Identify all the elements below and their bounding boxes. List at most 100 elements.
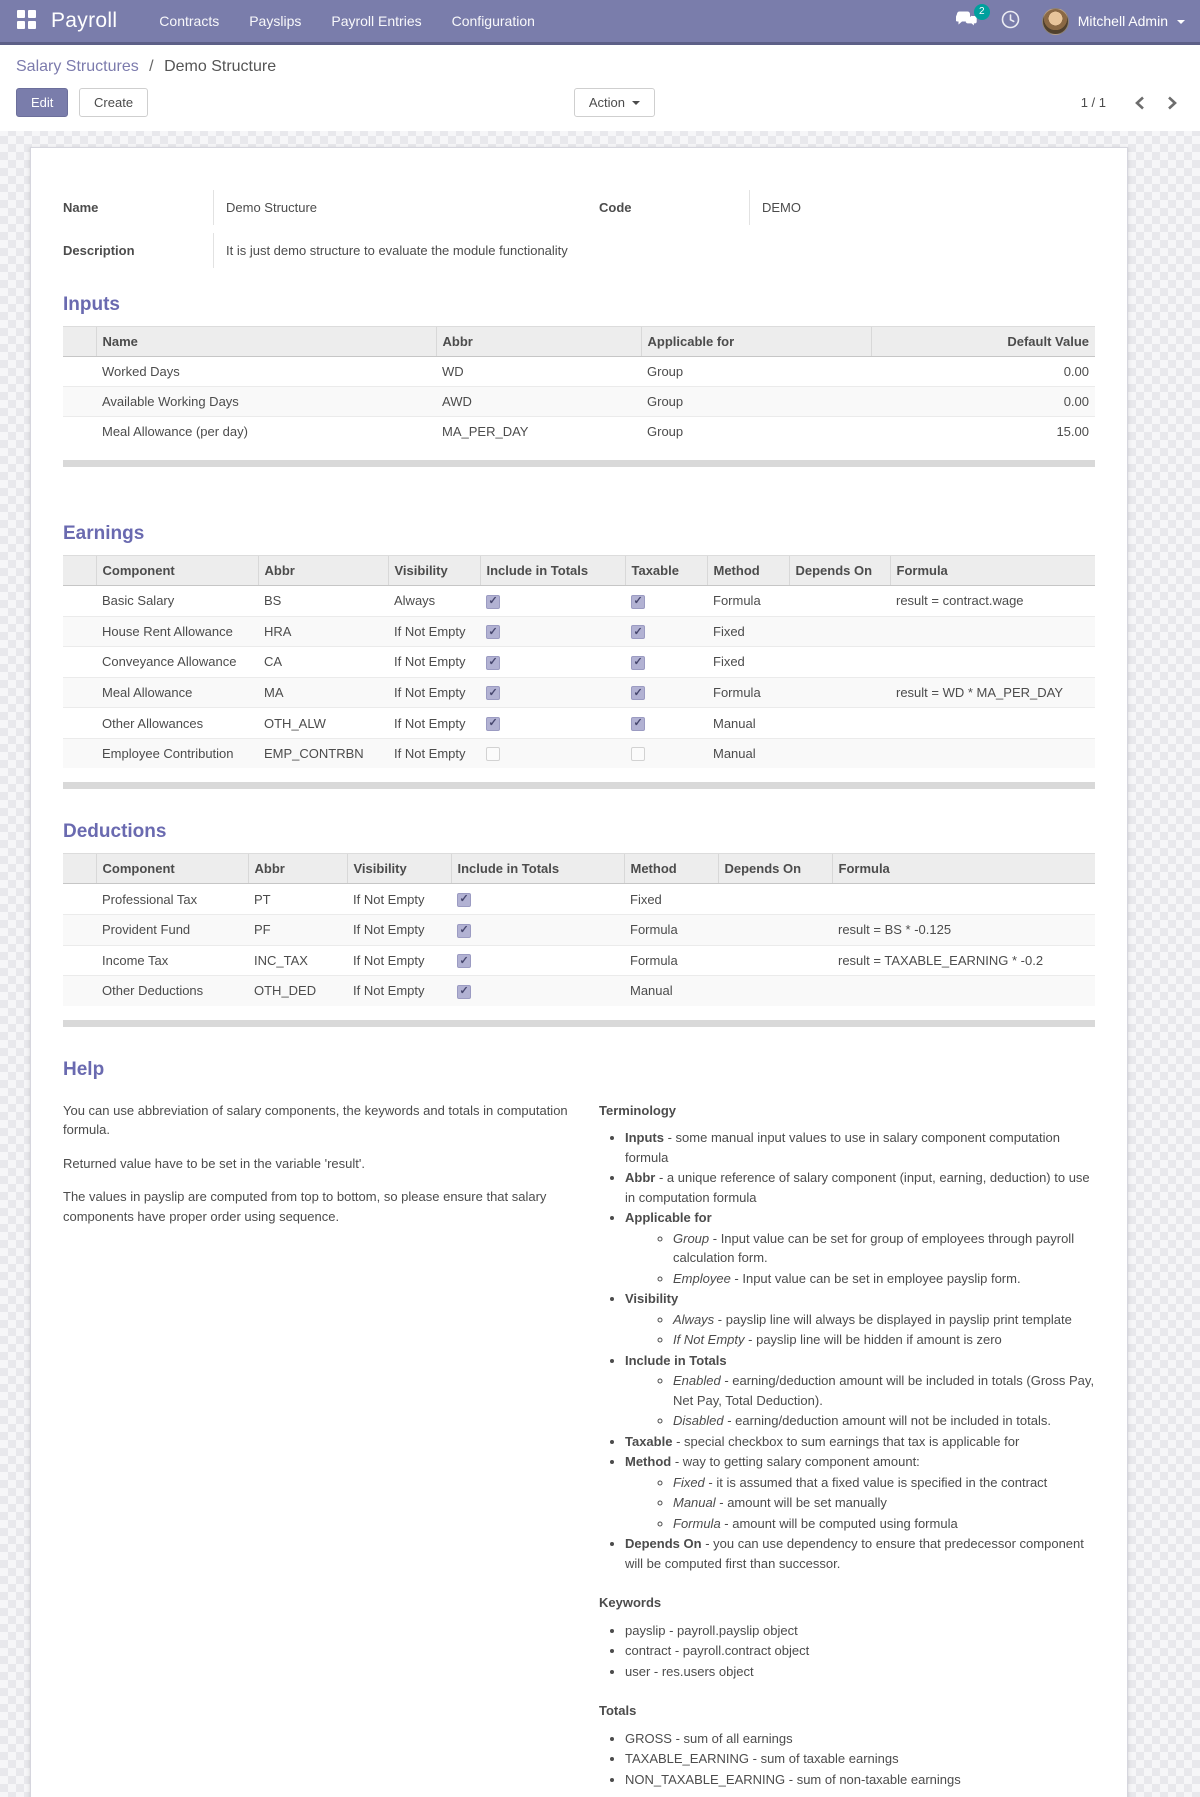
earnings-header-component[interactable]: Component xyxy=(95,555,258,586)
earnings-row[interactable]: House Rent Allowance HRA If Not Empty Fi… xyxy=(63,615,1095,647)
cell-method: Formula xyxy=(624,913,718,945)
cell-include xyxy=(480,737,625,769)
keywords-title: Keywords xyxy=(599,1595,662,1611)
inputs-row[interactable]: Meal Allowance (per day) MA_PER_DAY Grou… xyxy=(63,416,1095,446)
earnings-row[interactable]: Meal Allowance MA If Not Empty Formula r… xyxy=(63,676,1095,708)
cell-depends xyxy=(789,707,890,739)
description-field-value: It is just demo structure to evaluate th… xyxy=(213,233,1095,268)
pager-previous-button[interactable] xyxy=(1128,94,1151,112)
inputs-row[interactable]: Worked Days WD Group 0.00 xyxy=(63,357,1095,387)
app-brand[interactable]: Payroll xyxy=(51,9,117,33)
cell-formula: result = BS * -0.125 xyxy=(832,913,1095,945)
row-handle-cell xyxy=(63,737,96,769)
deductions-header-visibility[interactable]: Visibility xyxy=(346,853,451,885)
cell-method: Fixed xyxy=(707,646,789,678)
cell-depends xyxy=(789,676,890,708)
cell-visibility: If Not Empty xyxy=(388,707,480,739)
earnings-row[interactable]: Employee Contribution EMP_CONTRBN If Not… xyxy=(63,737,1095,769)
cell-method: Manual xyxy=(707,707,789,739)
inputs-header-default[interactable]: Default Value xyxy=(870,326,1095,357)
cell-include xyxy=(480,707,625,739)
inputs-header-abbr[interactable]: Abbr xyxy=(435,326,641,357)
deductions-row[interactable]: Professional Tax PT If Not Empty Fixed xyxy=(63,884,1095,915)
cell-method: Formula xyxy=(624,944,718,976)
earnings-header-method[interactable]: Method xyxy=(706,555,789,586)
cell-visibility: If Not Empty xyxy=(388,737,480,769)
cell-abbr: PT xyxy=(254,891,271,907)
cell-formula xyxy=(832,884,1095,915)
cell-abbr: WD xyxy=(442,364,464,379)
earnings-row[interactable]: Basic Salary BS Always Formula result = … xyxy=(63,586,1095,617)
terminology-item: Include in Totals Enabled - earning/dedu… xyxy=(625,1351,1095,1431)
deductions-header-formula[interactable]: Formula xyxy=(831,853,1095,885)
breadcrumb-separator: / xyxy=(149,58,154,75)
deductions-row[interactable]: Income Tax INC_TAX If Not Empty Formula … xyxy=(63,944,1095,976)
horizontal-scrollbar[interactable] xyxy=(63,782,1095,790)
activities-button[interactable] xyxy=(1001,10,1020,32)
earnings-table: Component Abbr Visibility Include in Tot… xyxy=(63,555,1095,769)
pager-next-button[interactable] xyxy=(1161,94,1184,112)
cell-method: Manual xyxy=(624,975,718,1006)
earnings-header-formula[interactable]: Formula xyxy=(889,555,1095,586)
taxable-checkbox xyxy=(631,594,645,609)
earnings-header-visibility[interactable]: Visibility xyxy=(387,555,480,586)
deductions-header-include[interactable]: Include in Totals xyxy=(450,853,624,885)
row-handle-cell xyxy=(63,975,96,1006)
row-handle-cell xyxy=(63,615,96,647)
deductions-row[interactable]: Provident Fund PF If Not Empty Formula r… xyxy=(63,913,1095,945)
cell-visibility: If Not Empty xyxy=(388,615,480,647)
earnings-header-taxable[interactable]: Taxable xyxy=(624,555,707,586)
action-dropdown-button[interactable]: Action xyxy=(573,88,655,117)
deductions-row[interactable]: Other Deductions OTH_DED If Not Empty Ma… xyxy=(63,975,1095,1006)
cell-visibility: If Not Empty xyxy=(353,891,425,907)
earnings-header-abbr[interactable]: Abbr xyxy=(257,555,388,586)
top-navbar: Payroll Contracts Payslips Payroll Entri… xyxy=(0,0,1200,45)
earnings-header-include[interactable]: Include in Totals xyxy=(479,555,625,586)
keyword-item: user - res.users object xyxy=(625,1662,1095,1682)
apps-grid-icon[interactable] xyxy=(17,10,39,32)
deductions-header-abbr[interactable]: Abbr xyxy=(247,853,347,885)
earnings-header-depends[interactable]: Depends On xyxy=(788,555,890,586)
row-handle-cell xyxy=(63,884,96,915)
include-in-totals-checkbox xyxy=(486,716,500,731)
cell-include xyxy=(480,646,625,678)
name-field-value: Demo Structure xyxy=(213,190,583,225)
terminology-item: Depends On - you can use dependency to e… xyxy=(625,1534,1095,1573)
create-button[interactable]: Create xyxy=(79,88,149,117)
deductions-header-component[interactable]: Component xyxy=(95,853,248,885)
messages-button[interactable]: 2 xyxy=(954,3,990,32)
earnings-row[interactable]: Other Allowances OTH_ALW If Not Empty Ma… xyxy=(63,707,1095,739)
cell-include xyxy=(451,944,624,976)
terminology-subitem: Group - Input value can be set for group… xyxy=(673,1229,1095,1268)
menu-item-contracts[interactable]: Contracts xyxy=(159,13,219,29)
cell-formula: result = contract.wage xyxy=(896,593,1024,609)
breadcrumb-salary-structures[interactable]: Salary Structures xyxy=(16,58,139,75)
deductions-header-method[interactable]: Method xyxy=(623,853,718,885)
help-paragraph: Returned value have to be set in the var… xyxy=(63,1155,365,1171)
handle-column-header xyxy=(63,555,96,586)
user-menu[interactable]: Mitchell Admin xyxy=(1041,7,1185,35)
edit-button[interactable]: Edit xyxy=(16,88,69,117)
horizontal-scrollbar[interactable] xyxy=(63,460,1095,467)
menu-item-payroll-entries[interactable]: Payroll Entries xyxy=(331,13,421,29)
menu-item-payslips[interactable]: Payslips xyxy=(249,13,301,29)
deductions-header-depends[interactable]: Depends On xyxy=(717,853,832,885)
cell-default: 0.00 xyxy=(871,386,1095,417)
horizontal-scrollbar[interactable] xyxy=(63,1019,1095,1027)
inputs-row[interactable]: Available Working Days AWD Group 0.00 xyxy=(63,386,1095,417)
cell-depends xyxy=(789,615,890,647)
cell-visibility: If Not Empty xyxy=(347,913,451,945)
earnings-row[interactable]: Conveyance Allowance CA If Not Empty Fix… xyxy=(63,646,1095,678)
cell-name: Worked Days xyxy=(102,364,180,379)
taxable-checkbox xyxy=(631,716,645,731)
form-sheet: Name Demo Structure Code DEMO Descriptio… xyxy=(30,147,1128,1797)
inputs-header-applicable[interactable]: Applicable for xyxy=(640,326,871,357)
earnings-section-title: Earnings xyxy=(63,523,145,544)
cell-name: Available Working Days xyxy=(96,386,436,417)
menu-item-configuration[interactable]: Configuration xyxy=(452,13,535,29)
cell-visibility: If Not Empty xyxy=(388,676,480,708)
cell-abbr: AWD xyxy=(436,386,641,417)
inputs-header-name[interactable]: Name xyxy=(95,326,436,357)
deductions-table: Component Abbr Visibility Include in Tot… xyxy=(63,853,1095,1006)
cell-component: Employee Contribution xyxy=(96,737,258,769)
